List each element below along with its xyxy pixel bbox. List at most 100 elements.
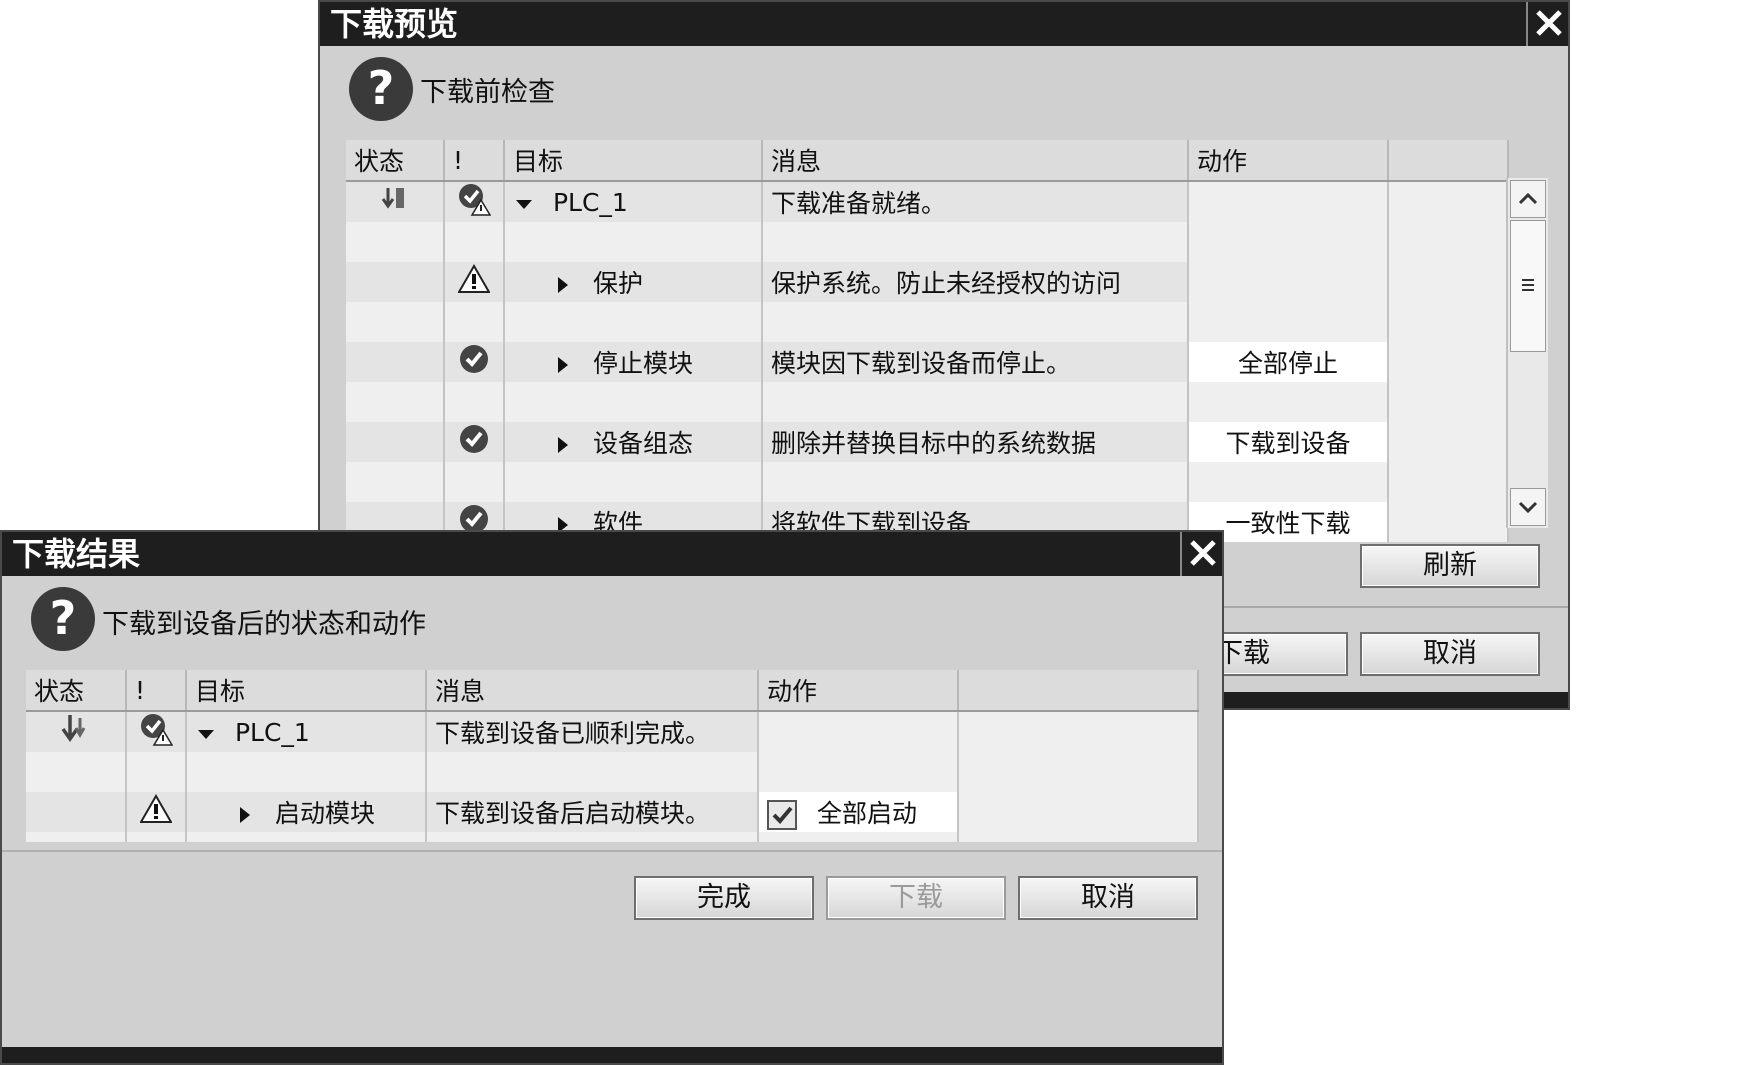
- table-row[interactable]: 启动模块 下载到设备后启动模块。 全部启动: [26, 792, 1199, 832]
- warning-icon: [457, 263, 491, 293]
- collapse-triangle-icon[interactable]: [513, 193, 535, 215]
- col-header-extra: [1388, 140, 1509, 182]
- action-dropdown[interactable]: 下载到设备: [1188, 422, 1389, 462]
- preview-titlebar: 下载预览: [320, 2, 1568, 46]
- expand-triangle-icon[interactable]: [553, 354, 573, 376]
- check-cell: [444, 262, 505, 302]
- check-cell: [126, 711, 187, 752]
- check-cell: [126, 792, 187, 832]
- col-header-status[interactable]: 状态: [346, 140, 445, 182]
- cancel-button[interactable]: 取消: [1360, 632, 1540, 676]
- status-cell: [346, 262, 445, 302]
- status-cell: [26, 792, 127, 832]
- message-cell: 下载到设备后启动模块。: [426, 792, 759, 832]
- row-spacer: [346, 222, 1509, 262]
- message-cell: 保护系统。防止未经授权的访问: [762, 262, 1189, 302]
- scroll-thumb[interactable]: [1510, 220, 1546, 352]
- message-cell: 模块因下载到设备而停止。: [762, 342, 1189, 382]
- col-header-message[interactable]: 消息: [426, 670, 759, 712]
- table-row[interactable]: 保护 保护系统。防止未经授权的访问: [346, 262, 1509, 302]
- chevron-up-icon: [1518, 192, 1538, 205]
- row-spacer: [346, 462, 1509, 502]
- action-dropdown[interactable]: 全部停止: [1188, 342, 1389, 382]
- action-checkbox-cell[interactable]: 全部启动: [758, 792, 959, 832]
- svg-text:?: ?: [50, 591, 77, 645]
- table-row[interactable]: PLC_1 下载准备就绪。: [346, 181, 1509, 222]
- action-cell: [1188, 181, 1389, 222]
- target-label: 启动模块: [274, 799, 375, 828]
- start-all-checkbox[interactable]: [767, 800, 797, 830]
- col-header-target[interactable]: 目标: [504, 140, 763, 182]
- col-header-alert[interactable]: !: [444, 140, 505, 182]
- target-label: 设备组态: [592, 429, 693, 458]
- result-heading: 下载到设备后的状态和动作: [102, 609, 426, 640]
- result-header-row: 状态 ! 目标 消息 动作: [26, 670, 1199, 712]
- message-cell: 下载到设备已顺利完成。: [426, 711, 759, 752]
- message-cell: 下载准备就绪。: [762, 181, 1189, 222]
- status-cell: [346, 342, 445, 382]
- target-cell: 设备组态: [504, 422, 763, 462]
- preview-close-button[interactable]: [1526, 2, 1568, 46]
- expand-triangle-icon[interactable]: [553, 274, 573, 296]
- row-spacer: [26, 752, 1199, 792]
- check-cell: [444, 181, 505, 222]
- download-status-icon: [381, 188, 404, 209]
- status-cell: [346, 181, 445, 222]
- target-cell: 启动模块: [186, 792, 427, 832]
- check-cell: [444, 422, 505, 462]
- download-button-disabled[interactable]: 下载: [826, 876, 1006, 920]
- svg-text:?: ?: [368, 61, 395, 115]
- preview-title: 下载预览: [330, 5, 459, 43]
- col-header-action[interactable]: 动作: [1188, 140, 1389, 182]
- table-row[interactable]: 设备组态 删除并替换目标中的系统数据 下载到设备: [346, 422, 1509, 462]
- result-close-button[interactable]: [1180, 532, 1222, 576]
- col-header-alert[interactable]: !: [126, 670, 187, 712]
- target-label: 停止模块: [592, 349, 693, 378]
- col-header-action[interactable]: 动作: [758, 670, 959, 712]
- table-row[interactable]: 停止模块 模块因下载到设备而停止。 全部停止: [346, 342, 1509, 382]
- message-cell: 删除并替换目标中的系统数据: [762, 422, 1189, 462]
- check-cell: [444, 342, 505, 382]
- check-icon: [460, 345, 488, 373]
- extra-cell: [1388, 422, 1509, 462]
- checkmark-icon: [772, 806, 793, 824]
- check-warning-icon: [141, 714, 174, 746]
- col-header-status[interactable]: 状态: [26, 670, 127, 712]
- refresh-button[interactable]: 刷新: [1360, 544, 1540, 588]
- status-cell: [346, 422, 445, 462]
- download-status-icon: [61, 715, 85, 743]
- question-icon: ?: [349, 57, 413, 121]
- result-table: 状态 ! 目标 消息 动作 PLC_1 下载到设备已顺利完成。 启动模块 下载到…: [26, 670, 1199, 842]
- preview-heading: 下载前检查: [420, 77, 555, 108]
- target-cell: 保护: [504, 262, 763, 302]
- row-spacer: [26, 832, 1199, 842]
- target-cell: PLC_1: [186, 711, 427, 752]
- target-label: PLC_1: [234, 717, 310, 747]
- result-bottom-bar: [2, 1047, 1222, 1063]
- table-row[interactable]: PLC_1 下载到设备已顺利完成。: [26, 711, 1199, 752]
- col-header-target[interactable]: 目标: [186, 670, 427, 712]
- question-icon: ?: [31, 587, 95, 651]
- finish-button[interactable]: 完成: [634, 876, 814, 920]
- close-icon: [1536, 10, 1562, 36]
- expand-triangle-icon[interactable]: [553, 434, 573, 456]
- row-spacer: [346, 382, 1509, 422]
- target-cell: 停止模块: [504, 342, 763, 382]
- action-cell: [758, 711, 959, 752]
- extra-cell: [1388, 262, 1509, 302]
- target-label: PLC_1: [552, 187, 628, 217]
- target-cell: PLC_1: [504, 181, 763, 222]
- close-icon: [1190, 540, 1216, 566]
- preview-scrollbar[interactable]: [1506, 178, 1548, 528]
- col-header-message[interactable]: 消息: [762, 140, 1189, 182]
- cancel-button[interactable]: 取消: [1018, 876, 1198, 920]
- check-icon: [460, 425, 488, 453]
- scroll-up-button[interactable]: [1510, 180, 1546, 218]
- extra-cell: [958, 792, 1199, 832]
- target-label: 保护: [592, 269, 643, 298]
- preview-header-row: 状态 ! 目标 消息 动作: [346, 140, 1509, 182]
- collapse-triangle-icon[interactable]: [195, 723, 217, 745]
- expand-triangle-icon[interactable]: [235, 804, 255, 826]
- scroll-down-button[interactable]: [1510, 488, 1546, 526]
- extra-cell: [1388, 181, 1509, 222]
